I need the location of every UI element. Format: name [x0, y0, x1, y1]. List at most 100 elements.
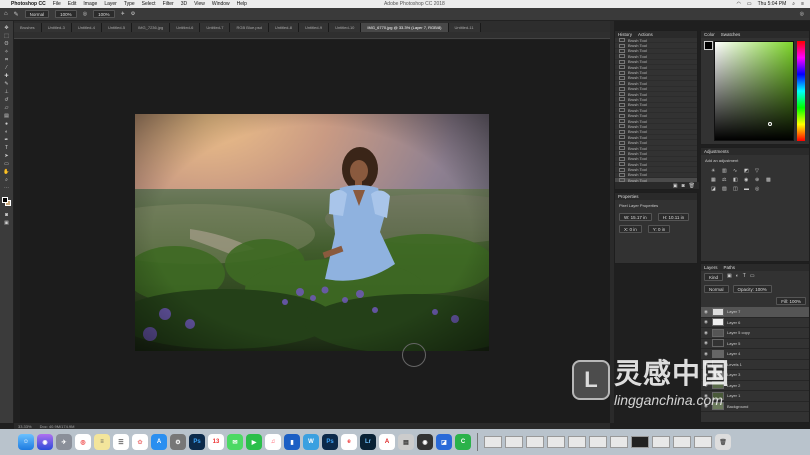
dock-thumbnail[interactable]: [505, 436, 523, 448]
home-icon[interactable]: ⌂: [4, 11, 8, 17]
photoshop-2-icon[interactable]: Ps: [322, 434, 338, 450]
dodge-tool-icon[interactable]: ◐: [3, 129, 11, 135]
menu-image[interactable]: Image: [83, 1, 97, 7]
hue-sat-icon[interactable]: ▦: [711, 177, 719, 183]
curves-icon[interactable]: ∿: [733, 168, 741, 174]
dock-thumbnail[interactable]: [547, 436, 565, 448]
hue-slider[interactable]: [797, 41, 805, 141]
ebay-icon[interactable]: e: [341, 434, 357, 450]
stamp-tool-icon[interactable]: ⊥: [3, 89, 11, 95]
brush-tool-icon[interactable]: ✎: [3, 81, 11, 87]
hand-tool-icon[interactable]: ✋: [3, 169, 11, 175]
doc-tab[interactable]: Untitled-3: [41, 23, 72, 32]
path-select-tool-icon[interactable]: ➤: [3, 153, 11, 159]
layer-row[interactable]: ◉ Layer 6: [701, 318, 809, 328]
foreground-color-swatch[interactable]: [2, 197, 8, 203]
app-name[interactable]: Photoshop CC: [11, 1, 46, 7]
more-tools-icon[interactable]: ⋯: [3, 185, 11, 191]
doc-tab[interactable]: RGB Blue.psd: [230, 23, 269, 32]
menu-layer[interactable]: Layer: [104, 1, 117, 7]
filter-shape-icon[interactable]: ▭: [750, 273, 755, 281]
tab-layers[interactable]: Layers: [704, 265, 718, 270]
notification-icon[interactable]: ≡: [801, 1, 804, 7]
pressure-opacity-icon[interactable]: ◎: [83, 11, 87, 17]
black-white-icon[interactable]: ◧: [733, 177, 741, 183]
photoshop-icon[interactable]: Ps: [189, 434, 205, 450]
brush-preset-icon[interactable]: ✎: [14, 11, 19, 18]
menu-help[interactable]: Help: [237, 1, 247, 7]
doc-tab[interactable]: Brushes: [14, 23, 42, 32]
menu-type[interactable]: Type: [124, 1, 135, 7]
dock-thumbnail[interactable]: [526, 436, 544, 448]
visibility-eye-icon[interactable]: ◉: [704, 330, 709, 336]
blend-mode-select[interactable]: Normal: [704, 285, 729, 293]
properties-title[interactable]: Properties: [618, 194, 639, 199]
doc-tab[interactable]: Untitled-6: [170, 23, 201, 32]
doc-tab-active[interactable]: IMG_6770.jpg @ 33.3% (Layer 7, RGB/8): [361, 23, 449, 32]
tab-actions[interactable]: Actions: [638, 32, 653, 37]
exposure-icon[interactable]: ◩: [744, 168, 752, 174]
layer-thumbnail[interactable]: [712, 318, 724, 327]
capture-icon[interactable]: ◉: [417, 434, 433, 450]
siri-icon[interactable]: ◉: [37, 434, 53, 450]
dock-thumbnail[interactable]: [631, 436, 649, 448]
finder-icon[interactable]: ☺: [18, 434, 34, 450]
warp-icon[interactable]: W: [303, 434, 319, 450]
photos-icon[interactable]: ✿: [132, 434, 148, 450]
eyedropper-tool-icon[interactable]: ⁄: [3, 65, 11, 71]
quick-select-tool-icon[interactable]: ✧: [3, 49, 11, 55]
visibility-eye-icon[interactable]: ◉: [704, 340, 709, 346]
levels-icon[interactable]: ▥: [722, 168, 730, 174]
airbrush-icon[interactable]: ✈: [121, 11, 125, 17]
camera-icon[interactable]: ◙: [682, 183, 685, 189]
color-picker-field[interactable]: [714, 41, 794, 141]
dock-thumbnail[interactable]: [589, 436, 607, 448]
y-field[interactable]: Y: 0 in: [647, 225, 671, 233]
layer-thumbnail[interactable]: [712, 307, 724, 316]
search-icon[interactable]: ⌕: [792, 1, 795, 7]
layer-row[interactable]: ◉ Layer 7: [701, 307, 809, 318]
menu-3d[interactable]: 3D: [181, 1, 187, 7]
layer-filter-select[interactable]: Kind: [704, 273, 724, 281]
acrobat-icon[interactable]: A: [379, 434, 395, 450]
menu-view[interactable]: View: [194, 1, 205, 7]
doc-tab[interactable]: Untitled-8: [268, 23, 299, 32]
document-icon[interactable]: ▤: [398, 434, 414, 450]
chrome-icon[interactable]: ◎: [75, 434, 91, 450]
x-field[interactable]: X: 0 in: [619, 225, 642, 233]
mode-select[interactable]: Normal: [24, 10, 50, 18]
adjustments-title[interactable]: Adjustments: [704, 149, 729, 154]
layer-thumbnail[interactable]: [712, 328, 724, 337]
gear-icon[interactable]: ⚙: [131, 11, 135, 17]
keynote-icon[interactable]: ▮: [284, 434, 300, 450]
layer-thumbnail[interactable]: [712, 339, 724, 348]
screen-mode-icon[interactable]: ▣: [3, 220, 11, 226]
dock-thumbnail[interactable]: [568, 436, 586, 448]
reminders-icon[interactable]: ☰: [113, 434, 129, 450]
doc-tab[interactable]: IMG_7236.jpg: [132, 23, 171, 32]
layer-name[interactable]: Background: [727, 404, 748, 409]
zoom-tool-icon[interactable]: ⌕: [3, 177, 11, 183]
layer-row[interactable]: ◉ Layer 5 copy: [701, 328, 809, 339]
doc-tab[interactable]: Untitled-5: [101, 23, 133, 32]
color-balance-icon[interactable]: ⚖: [722, 177, 730, 183]
channel-mixer-icon[interactable]: ⊕: [755, 177, 763, 183]
marquee-tool-icon[interactable]: ⬚: [3, 33, 11, 39]
menu-select[interactable]: Select: [142, 1, 156, 7]
tab-paths[interactable]: Paths: [724, 265, 736, 270]
color-swatches[interactable]: [2, 197, 11, 206]
dock-thumbnail[interactable]: [673, 436, 691, 448]
height-field[interactable]: H: 10.11 in: [657, 213, 690, 221]
menu-filter[interactable]: Filter: [163, 1, 174, 7]
app-store-icon[interactable]: A: [151, 434, 167, 450]
layer-name[interactable]: Layer 5 copy: [727, 330, 750, 335]
filter-type-icon[interactable]: T: [743, 273, 746, 281]
trash-icon[interactable]: 🗑: [689, 183, 695, 189]
document-image[interactable]: [135, 114, 489, 351]
color-picker-marker[interactable]: [768, 122, 772, 126]
doc-tab[interactable]: Untitled-10: [329, 23, 362, 32]
layer-opacity-field[interactable]: Opacity: 100%: [732, 285, 772, 293]
pressure-size-icon[interactable]: ◎: [800, 11, 804, 17]
menu-file[interactable]: File: [53, 1, 61, 7]
doc-tab[interactable]: Untitled-9: [298, 23, 330, 32]
